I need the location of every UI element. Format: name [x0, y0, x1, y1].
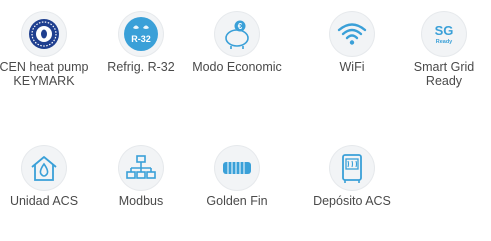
smart-grid-icon: SG Ready [422, 12, 466, 56]
feature-modbus: Modbus [95, 146, 187, 208]
water-tank-icon [330, 146, 374, 190]
keymark-icon [22, 12, 66, 56]
sg-icon-text: SG [435, 23, 454, 38]
wifi-icon [330, 12, 374, 56]
house-water-icon [22, 146, 66, 190]
feature-keymark: CEN heat pump KEYMARK [0, 12, 90, 88]
network-icon [119, 146, 163, 190]
r32-icon: R-32 [119, 12, 163, 56]
feature-unidad-acs: Unidad ACS [0, 146, 90, 208]
feature-golden-fin: Golden Fin [191, 146, 283, 208]
r32-icon-text: R-32 [131, 34, 151, 44]
feature-label: Depósito ACS [313, 194, 391, 208]
ready-icon-text: Ready [436, 39, 453, 45]
golden-fin-icon [215, 146, 259, 190]
feature-r32: R-32 Refrig. R-32 [95, 12, 187, 74]
feature-deposito-acs: Depósito ACS [306, 146, 398, 222]
euro-icon: € [238, 22, 243, 31]
feature-label: Smart Grid Ready [413, 60, 475, 88]
feature-wifi: WiFi [306, 12, 398, 74]
piggy-bank-icon: € [215, 12, 259, 56]
feature-label: Modbus [118, 194, 164, 208]
feature-economic: € Modo Economic [191, 12, 283, 74]
feature-label: Golden Fin [206, 194, 268, 208]
feature-label: Refrig. R-32 [107, 60, 175, 74]
feature-label: WiFi [339, 60, 365, 74]
feature-smart-grid: SG Ready Smart Grid Ready [398, 12, 490, 88]
feature-label: Modo Economic [192, 60, 282, 74]
feature-label: CEN heat pump KEYMARK [0, 60, 89, 88]
feature-label: Unidad ACS [9, 194, 79, 208]
